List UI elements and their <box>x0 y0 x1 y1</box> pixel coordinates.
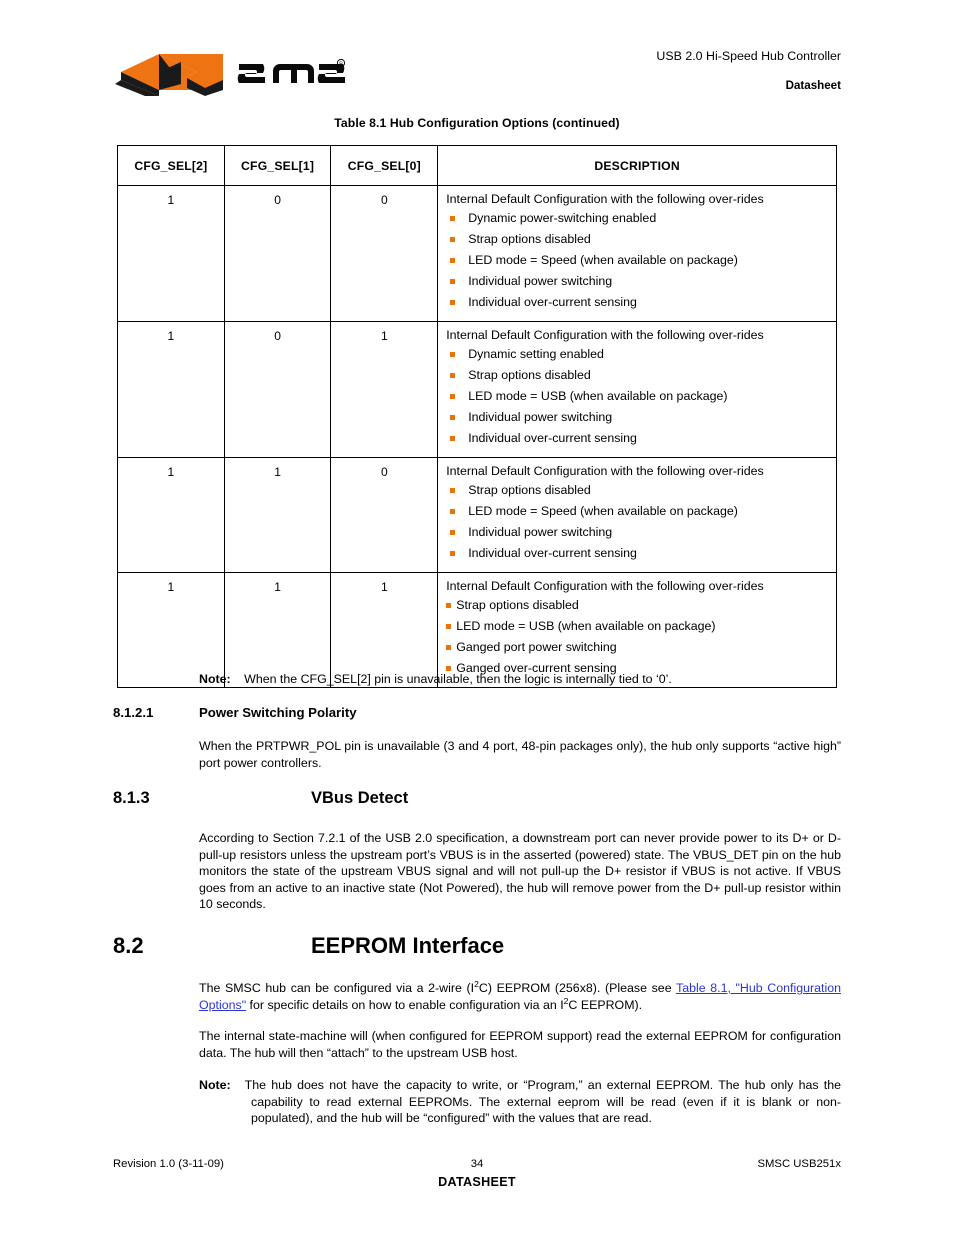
page-header: R USB 2.0 Hi-Speed Hub Controller Datash… <box>113 44 841 104</box>
note-text: The hub does not have the capacity to wr… <box>244 1078 841 1126</box>
header-product-line: USB 2.0 Hi-Speed Hub Controller <box>656 49 841 63</box>
cell-description: Internal Default Configuration with the … <box>437 457 837 573</box>
eeprom-intro-text-part1: The SMSC hub can be configured via a 2-w… <box>199 981 475 995</box>
list-item: Strap options disabled <box>446 229 828 250</box>
list-item: LED mode = USB (when available on packag… <box>446 386 828 407</box>
section-8-2-paragraph-1: The SMSC hub can be configured via a 2-w… <box>199 980 841 1013</box>
section-number: 8.1.2.1 <box>113 705 154 720</box>
section-8-2-note: Note: The hub does not have the capacity … <box>199 1077 841 1127</box>
list-item: Individual over-current sensing <box>446 428 828 449</box>
column-header-cfg-sel-2: CFG_SEL[2] <box>117 145 225 186</box>
cell-cfg-sel-0: 0 <box>330 457 439 573</box>
hub-configuration-options-table: CFG_SEL[2] CFG_SEL[1] CFG_SEL[0] DESCRIP… <box>117 145 837 688</box>
description-title: Internal Default Configuration with the … <box>446 328 764 342</box>
list-item: Dynamic power-switching enabled <box>446 208 828 229</box>
column-header-description: DESCRIPTION <box>437 145 837 186</box>
list-item: Strap options disabled <box>446 365 828 386</box>
section-title: EEPROM Interface <box>311 933 505 958</box>
table-row: 1 0 1 Internal Default Configuration wit… <box>117 321 837 458</box>
footer-part-number: SMSC USB251x <box>757 1158 841 1170</box>
list-item: Individual power switching <box>446 407 828 428</box>
cell-description: Internal Default Configuration with the … <box>437 321 837 458</box>
list-item: Ganged port power switching <box>446 637 828 658</box>
description-title: Internal Default Configuration with the … <box>446 579 764 593</box>
cell-cfg-sel-0: 1 <box>330 321 439 458</box>
list-item: Strap options disabled <box>446 480 828 501</box>
section-8-2-paragraph-2: The internal state-machine will (when co… <box>199 1029 841 1060</box>
note-label: Note: <box>199 1078 231 1092</box>
description-title: Internal Default Configuration with the … <box>446 464 764 478</box>
list-item: Strap options disabled <box>446 595 828 616</box>
eeprom-intro-text-part2: C) EEPROM (256x8). (Please see <box>478 981 676 995</box>
footer-doc-label: DATASHEET <box>438 1175 516 1189</box>
svg-text:R: R <box>339 62 343 68</box>
footer-page-number: 34 <box>470 1158 484 1170</box>
description-title: Internal Default Configuration with the … <box>446 192 764 206</box>
column-header-cfg-sel-0: CFG_SEL[0] <box>330 145 439 186</box>
header-right-text: USB 2.0 Hi-Speed Hub Controller Datashee… <box>421 48 841 94</box>
cell-cfg-sel-0: 0 <box>330 185 439 322</box>
override-list: Dynamic power-switching enabled Strap op… <box>446 208 828 313</box>
cell-cfg-sel-2: 1 <box>117 457 225 573</box>
note-cfg-sel2: Note: When the CFG_SEL[2] pin is unavail… <box>199 671 841 687</box>
section-title: VBus Detect <box>311 789 409 807</box>
eeprom-intro-text-part4: C EEPROM). <box>568 997 643 1012</box>
section-title: Power Switching Polarity <box>199 705 357 720</box>
datasheet-page: R USB 2.0 Hi-Speed Hub Controller Datash… <box>0 0 954 1235</box>
list-item: Individual over-current sensing <box>446 543 828 564</box>
override-list: Strap options disabled LED mode = Speed … <box>446 480 828 564</box>
column-header-cfg-sel-1: CFG_SEL[1] <box>223 145 332 186</box>
table-caption: Table 8.1 Hub Configuration Options (con… <box>334 116 620 130</box>
note-label: Note: <box>199 672 231 686</box>
cell-cfg-sel-1: 0 <box>223 321 332 458</box>
cell-cfg-sel-1: 0 <box>223 185 332 322</box>
list-item: Individual over-current sensing <box>446 292 828 313</box>
table-row: 1 0 0 Internal Default Configuration wit… <box>117 185 837 322</box>
section-number: 8.1.3 <box>113 789 150 807</box>
cell-cfg-sel-2: 1 <box>117 321 225 458</box>
list-item: LED mode = Speed (when available on pack… <box>446 501 828 522</box>
table-header-row: CFG_SEL[2] CFG_SEL[1] CFG_SEL[0] DESCRIP… <box>117 145 837 186</box>
override-list: Dynamic setting enabled Strap options di… <box>446 344 828 449</box>
list-item: LED mode = Speed (when available on pack… <box>446 250 828 271</box>
eeprom-intro-text-part3: for specific details on how to enable co… <box>246 997 564 1012</box>
list-item: Individual power switching <box>446 271 828 292</box>
cell-cfg-sel-2: 1 <box>117 185 225 322</box>
section-8-1-2-1-body: When the PRTPWR_POL pin is unavailable (… <box>199 739 841 770</box>
section-heading-8-2: 8.2 EEPROM Interface <box>113 933 713 965</box>
section-number: 8.2 <box>113 933 144 958</box>
section-heading-8-1-3: 8.1.3 VBus Detect <box>113 789 613 813</box>
section-heading-8-1-2-1: 8.1.2.1 Power Switching Polarity <box>113 705 613 725</box>
header-doc-type: Datasheet <box>785 79 841 92</box>
section-8-1-3-body: According to Section 7.2.1 of the USB 2.… <box>199 831 841 912</box>
page-footer: Revision 1.0 (3-11-09) 34 SMSC USB251x D… <box>113 1158 841 1198</box>
list-item: LED mode = USB (when available on packag… <box>446 616 828 637</box>
list-item: Individual power switching <box>446 522 828 543</box>
note-text: When the CFG_SEL[2] pin is unavailable, … <box>244 672 672 686</box>
override-list: Strap options disabled LED mode = USB (w… <box>446 595 828 679</box>
cell-cfg-sel-1: 1 <box>223 457 332 573</box>
smsc-logo: R <box>113 50 358 98</box>
list-item: Dynamic setting enabled <box>446 344 828 365</box>
cell-description: Internal Default Configuration with the … <box>437 185 837 322</box>
table-row: 1 1 0 Internal Default Configuration wit… <box>117 457 837 573</box>
smsc-logo-icon: R <box>115 54 346 96</box>
